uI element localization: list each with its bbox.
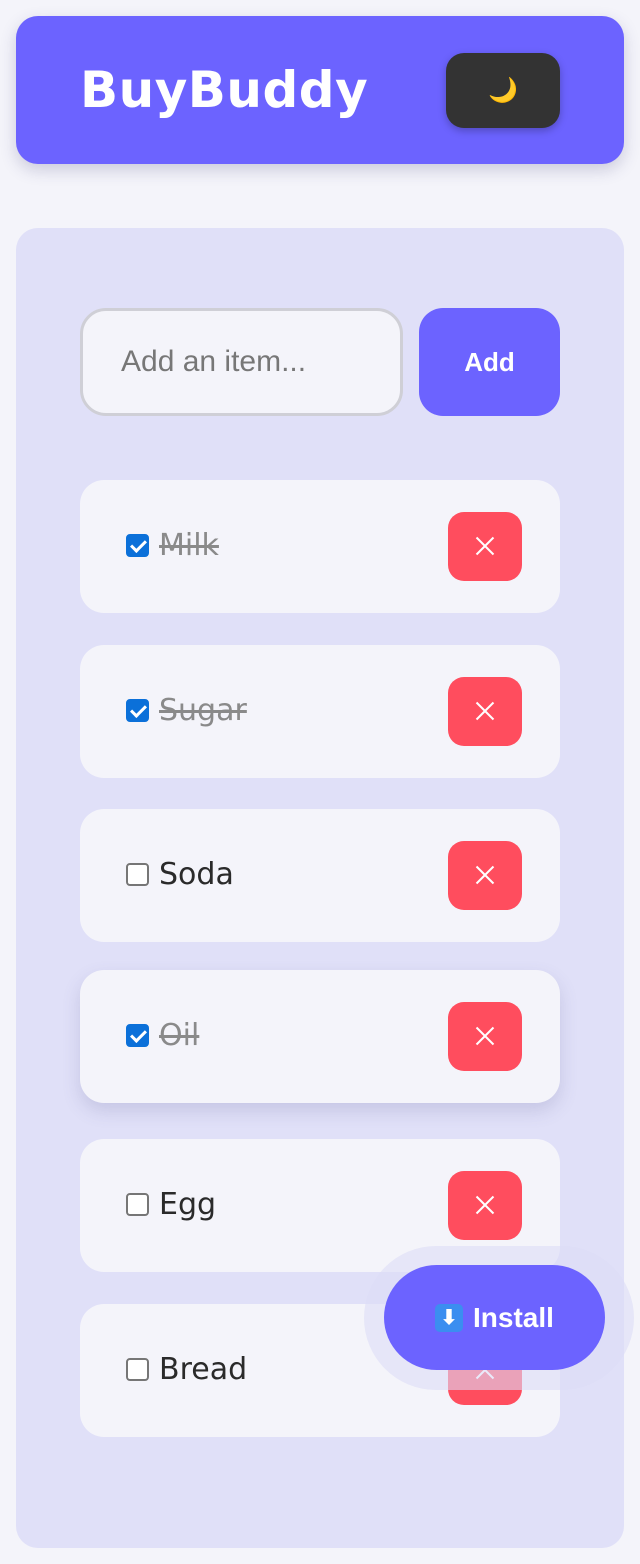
dark-mode-toggle-button[interactable]: 🌙 <box>446 53 560 128</box>
install-button[interactable]: ⬇ Install <box>384 1265 605 1370</box>
list-item: Soda <box>80 809 560 942</box>
item-checkbox[interactable] <box>126 1193 149 1216</box>
app-header: BuyBuddy 🌙 <box>16 16 624 164</box>
item-name: Soda <box>159 857 234 892</box>
list-item: Sugar <box>80 645 560 778</box>
item-name: Bread <box>159 1352 248 1387</box>
moon-icon: 🌙 <box>488 77 518 104</box>
item-checkbox[interactable] <box>126 863 149 886</box>
delete-item-button[interactable] <box>448 1171 522 1240</box>
delete-item-button[interactable] <box>448 512 522 581</box>
install-label: Install <box>473 1301 554 1333</box>
add-button[interactable]: Add <box>419 308 560 416</box>
item-name: Milk <box>159 528 219 563</box>
item-name: Oil <box>159 1018 200 1053</box>
item-checkbox[interactable] <box>126 534 149 557</box>
item-checkbox[interactable] <box>126 699 149 722</box>
list-item: Oil <box>80 970 560 1103</box>
delete-item-button[interactable] <box>448 1002 522 1071</box>
add-item-input[interactable] <box>80 308 403 416</box>
list-item: Milk <box>80 480 560 613</box>
app-title: BuyBuddy <box>80 61 369 119</box>
item-name: Egg <box>159 1187 217 1222</box>
delete-item-button[interactable] <box>448 841 522 910</box>
item-checkbox[interactable] <box>126 1024 149 1047</box>
item-name: Sugar <box>159 693 247 728</box>
download-icon: ⬇ <box>435 1303 464 1332</box>
item-checkbox[interactable] <box>126 1358 149 1381</box>
delete-item-button[interactable] <box>448 677 522 746</box>
